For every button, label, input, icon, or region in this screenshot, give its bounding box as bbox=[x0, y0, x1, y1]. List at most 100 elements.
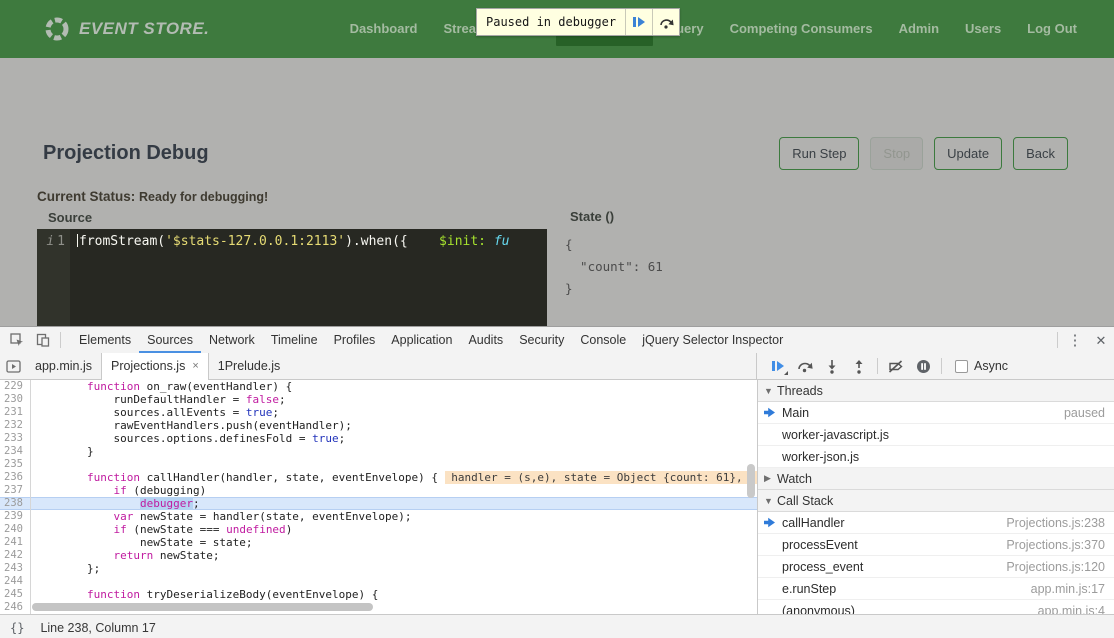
code-line-executing[interactable]: 238 debugger; bbox=[0, 497, 757, 510]
step-over-icon[interactable] bbox=[792, 353, 818, 379]
watch-section-header[interactable]: ▶ Watch bbox=[758, 468, 1114, 490]
current-status-value: Ready for debugging! bbox=[139, 190, 268, 204]
code-line-text: sources.options.definesFold = true; bbox=[30, 432, 345, 445]
nav-item-competing-consumers[interactable]: Competing Consumers bbox=[717, 0, 886, 58]
stack-frame-row-e-runstep[interactable]: e.runStepapp.min.js:17 bbox=[758, 578, 1114, 600]
code-line[interactable]: 231 sources.allEvents = true; bbox=[0, 406, 757, 419]
resume-script-icon[interactable] bbox=[765, 353, 791, 379]
code-token: runDefaultHandler = bbox=[34, 393, 246, 406]
toolbar-divider bbox=[1057, 332, 1058, 348]
code-line-text: function on_raw(eventHandler) { bbox=[30, 380, 292, 393]
line-number[interactable]: 232 bbox=[0, 419, 30, 432]
close-tab-icon[interactable]: × bbox=[192, 360, 198, 372]
file-tab-projections-js[interactable]: Projections.js× bbox=[101, 353, 209, 380]
code-line[interactable]: 243 }; bbox=[0, 562, 757, 575]
line-number[interactable]: 238 bbox=[0, 497, 30, 510]
state-section-label: State () bbox=[570, 209, 614, 224]
line-number[interactable]: 233 bbox=[0, 432, 30, 445]
step-over-icon[interactable] bbox=[652, 9, 679, 35]
async-checkbox[interactable] bbox=[955, 360, 968, 373]
code-line[interactable]: 239 var newState = handler(state, eventE… bbox=[0, 510, 757, 523]
update-button[interactable]: Update bbox=[934, 137, 1002, 170]
current-status-label: Current Status: bbox=[37, 189, 135, 204]
pause-on-exceptions-icon[interactable] bbox=[910, 353, 936, 379]
code-line[interactable]: 230 runDefaultHandler = false; bbox=[0, 393, 757, 406]
thread-row-worker-json-js[interactable]: worker-json.js bbox=[758, 446, 1114, 468]
line-number[interactable]: 246 bbox=[0, 601, 30, 614]
nav-item-admin[interactable]: Admin bbox=[886, 0, 952, 58]
device-toolbar-icon[interactable] bbox=[30, 327, 56, 353]
close-devtools-icon[interactable]: ✕ bbox=[1088, 327, 1114, 353]
thread-name: worker-json.js bbox=[782, 450, 1114, 464]
kebab-menu-icon[interactable]: ⋮ bbox=[1062, 327, 1088, 353]
line-number[interactable]: 240 bbox=[0, 523, 30, 536]
line-number[interactable]: 241 bbox=[0, 536, 30, 549]
toolbar-divider bbox=[877, 358, 878, 374]
code-line[interactable]: 244 bbox=[0, 575, 757, 588]
code-token bbox=[34, 523, 113, 536]
source-code-panel[interactable]: 229 function on_raw(eventHandler) {230 r… bbox=[0, 380, 757, 614]
code-line[interactable]: 241 newState = state; bbox=[0, 536, 757, 549]
run-step-button[interactable]: Run Step bbox=[779, 137, 859, 170]
line-number[interactable]: 231 bbox=[0, 406, 30, 419]
nav-item-users[interactable]: Users bbox=[952, 0, 1014, 58]
code-line[interactable]: 235 bbox=[0, 458, 757, 471]
line-number[interactable]: 239 bbox=[0, 510, 30, 523]
thread-row-worker-javascript-js[interactable]: worker-javascript.js bbox=[758, 424, 1114, 446]
line-number[interactable]: 243 bbox=[0, 562, 30, 575]
tab-sources[interactable]: Sources bbox=[139, 327, 201, 353]
stack-frame-row-anonymous[interactable]: (anonymous)app.min.js:4 bbox=[758, 600, 1114, 614]
code-line[interactable]: 242 return newState; bbox=[0, 549, 757, 562]
tab-elements[interactable]: Elements bbox=[71, 327, 139, 353]
code-horizontal-scrollbar-thumb[interactable] bbox=[32, 603, 373, 611]
tab-timeline[interactable]: Timeline bbox=[263, 327, 326, 353]
code-line[interactable]: 232 rawEventHandlers.push(eventHandler); bbox=[0, 419, 757, 432]
line-number[interactable]: 236 bbox=[0, 471, 30, 484]
file-tab-app-min-js[interactable]: app.min.js bbox=[26, 353, 101, 379]
line-number[interactable]: 245 bbox=[0, 588, 30, 601]
line-number[interactable]: 230 bbox=[0, 393, 30, 406]
call-stack-section-header[interactable]: ▼ Call Stack bbox=[758, 490, 1114, 512]
stack-frame-row-process-event[interactable]: process_eventProjections.js:120 bbox=[758, 556, 1114, 578]
tab-security[interactable]: Security bbox=[511, 327, 572, 353]
code-line[interactable]: 245 function tryDeserializeBody(eventEnv… bbox=[0, 588, 757, 601]
pretty-print-icon[interactable]: {} bbox=[10, 621, 24, 635]
resume-icon[interactable] bbox=[625, 9, 652, 35]
tab-audits[interactable]: Audits bbox=[460, 327, 511, 353]
deactivate-breakpoints-icon[interactable] bbox=[883, 353, 909, 379]
back-button[interactable]: Back bbox=[1013, 137, 1068, 170]
step-out-icon[interactable] bbox=[846, 353, 872, 379]
line-number[interactable]: 234 bbox=[0, 445, 30, 458]
threads-section-header[interactable]: ▼ Threads bbox=[758, 380, 1114, 402]
tab-jquery-selector-inspector[interactable]: jQuery Selector Inspector bbox=[634, 327, 791, 353]
line-number[interactable]: 229 bbox=[0, 380, 30, 393]
tab-console[interactable]: Console bbox=[572, 327, 634, 353]
code-line[interactable]: 240 if (newState === undefined) bbox=[0, 523, 757, 536]
tab-profiles[interactable]: Profiles bbox=[326, 327, 384, 353]
tab-application[interactable]: Application bbox=[383, 327, 460, 353]
stack-frame-row-processevent[interactable]: processEventProjections.js:370 bbox=[758, 534, 1114, 556]
file-tab-1prelude-js[interactable]: 1Prelude.js bbox=[209, 353, 290, 379]
frame-location: app.min.js:4 bbox=[1038, 604, 1114, 615]
thread-status: paused bbox=[1064, 406, 1114, 420]
line-number[interactable]: 235 bbox=[0, 458, 30, 471]
code-line[interactable]: 233 sources.options.definesFold = true; bbox=[0, 432, 757, 445]
tab-network[interactable]: Network bbox=[201, 327, 263, 353]
thread-row-main[interactable]: Mainpaused bbox=[758, 402, 1114, 424]
line-number[interactable]: 237 bbox=[0, 484, 30, 497]
code-token: callHandler(handler, state, eventEnvelop… bbox=[140, 471, 445, 484]
line-number[interactable]: 242 bbox=[0, 549, 30, 562]
code-line[interactable]: 234 } bbox=[0, 445, 757, 458]
file-tab-label: 1Prelude.js bbox=[218, 359, 281, 373]
code-line[interactable]: 229 function on_raw(eventHandler) { bbox=[0, 380, 757, 393]
step-into-icon[interactable] bbox=[819, 353, 845, 379]
code-vertical-scrollbar-thumb[interactable] bbox=[747, 464, 755, 498]
inspect-element-icon[interactable] bbox=[4, 327, 30, 353]
line-number[interactable]: 244 bbox=[0, 575, 30, 588]
nav-item-dashboard[interactable]: Dashboard bbox=[337, 0, 431, 58]
code-line[interactable]: 237 if (debugging) bbox=[0, 484, 757, 497]
stack-frame-row-callhandler[interactable]: callHandlerProjections.js:238 bbox=[758, 512, 1114, 534]
nav-item-log-out[interactable]: Log Out bbox=[1014, 0, 1090, 58]
show-navigator-icon[interactable] bbox=[0, 353, 26, 379]
code-line[interactable]: 236 function callHandler(handler, state,… bbox=[0, 471, 757, 484]
